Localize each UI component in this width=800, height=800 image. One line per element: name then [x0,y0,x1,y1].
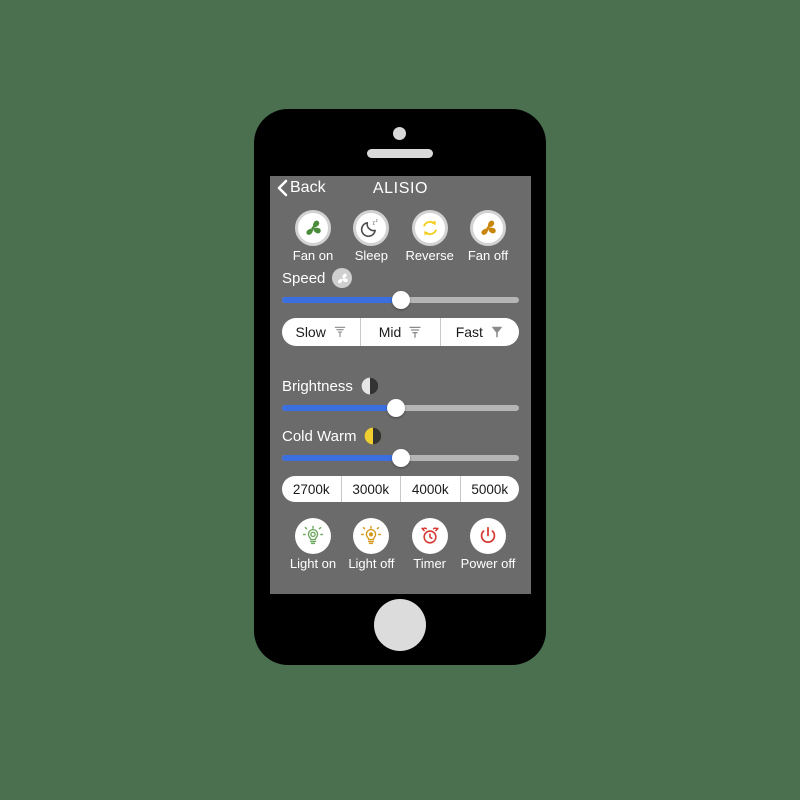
power-off-button[interactable]: Power off [459,518,517,571]
fan-icon [481,220,496,235]
wind-slow-icon [334,326,346,338]
fan-control-row: Fan on z z Sleep Reverse Fan off [270,210,531,263]
color-temp-5000k[interactable]: 5000k [461,476,520,502]
color-temp-2700k-label: 2700k [292,481,330,497]
speaker-grill-icon [367,149,433,158]
power-icon [480,526,496,543]
half-circle-warm-icon [363,426,383,446]
fan-off-button[interactable]: Fan off [459,210,517,263]
refresh-reverse-icon [422,220,437,236]
color-temp-4000k-label: 4000k [411,481,449,497]
light-on-button[interactable]: Light on [284,518,342,571]
color-temp-5000k-label: 5000k [471,481,509,497]
brightness-slider-thumb[interactable] [386,399,405,417]
fan-off-label: Fan off [467,248,509,263]
half-circle-brightness-icon [360,376,380,396]
speed-slider-thumb[interactable] [391,291,410,309]
camera-dot-icon [393,127,406,140]
half-circle-warm-icon [365,427,382,445]
cold-warm-slider-fill [282,455,401,461]
speed-slider[interactable] [282,291,519,309]
home-button[interactable] [374,599,426,651]
brightness-slider-fill [282,405,396,411]
half-circle-brightness-icon [361,377,379,395]
wind-fast-icon [491,326,503,338]
light-on-label: Light on [289,556,337,571]
page-title: ALISIO [372,180,429,197]
brightness-label: Brightness [282,377,353,395]
fan-icon [337,272,348,283]
wind-mid-icon [409,326,421,338]
timer-disc [411,518,448,554]
fan-on-button[interactable]: Fan on [284,210,342,263]
speed-preset-slow[interactable]: Slow [282,318,362,346]
phone-frame: Back ALISIO Fan on z z Sleep Reverse Fan… [254,109,546,665]
color-temperature-group: 2700k 3000k 4000k 5000k [282,476,519,502]
speed-preset-mid[interactable]: Mid [361,318,441,346]
light-on-disc [295,518,331,554]
app-screen: Back ALISIO Fan on z z Sleep Reverse Fan… [270,176,531,594]
sleep-disc: z z [353,210,390,246]
timer-label: Timer [413,556,447,571]
speed-preset-fast[interactable]: Fast [441,318,519,346]
speed-header: Speed [282,268,519,288]
bulb-off-icon [361,525,382,545]
sleep-label: Sleep [354,248,388,263]
svg-text:z: z [376,218,378,223]
speed-preset-mid-label: Mid [378,324,402,340]
speed-preset-group: Slow Mid Fast [282,318,519,346]
light-control-row: Light on Light off Timer Power off [270,518,531,571]
speed-control: Speed [270,268,531,309]
power-off-disc [469,518,506,554]
fan-badge-icon [332,268,353,288]
cold-warm-header: Cold Warm [282,426,519,446]
light-off-label: Light off [348,556,395,571]
fan-on-label: Fan on [292,248,334,263]
color-temp-4000k[interactable]: 4000k [401,476,461,502]
sleep-button[interactable]: z z Sleep [342,210,400,263]
fan-on-disc [295,210,331,246]
cold-warm-slider[interactable] [282,449,519,467]
light-off-button[interactable]: Light off [342,518,400,571]
speed-preset-fast-label: Fast [455,324,483,340]
color-temp-2700k[interactable]: 2700k [282,476,342,502]
fan-off-disc [469,210,506,246]
speed-label: Speed [282,269,326,287]
color-temp-3000k-label: 3000k [352,481,390,497]
alarm-clock-icon [420,527,439,544]
reverse-disc [411,210,448,246]
fan-icon [306,220,321,235]
power-off-label: Power off [460,556,516,571]
speed-preset-slow-label: Slow [295,324,326,340]
reverse-button[interactable]: Reverse [401,210,459,263]
bulb-on-icon [302,525,324,545]
brightness-header: Brightness [282,376,519,396]
speed-slider-fill [282,297,401,303]
cold-warm-control: Cold Warm [270,426,531,467]
moon-sleep-icon: z z [361,218,378,237]
cold-warm-label: Cold Warm [282,427,357,445]
timer-button[interactable]: Timer [401,518,459,571]
color-temp-3000k[interactable]: 3000k [342,476,401,502]
brightness-control: Brightness [270,376,531,417]
reverse-label: Reverse [405,248,454,263]
brightness-slider[interactable] [282,399,519,417]
cold-warm-slider-thumb[interactable] [391,449,410,467]
light-off-disc [353,518,390,554]
navigation-bar: Back ALISIO [270,176,531,206]
